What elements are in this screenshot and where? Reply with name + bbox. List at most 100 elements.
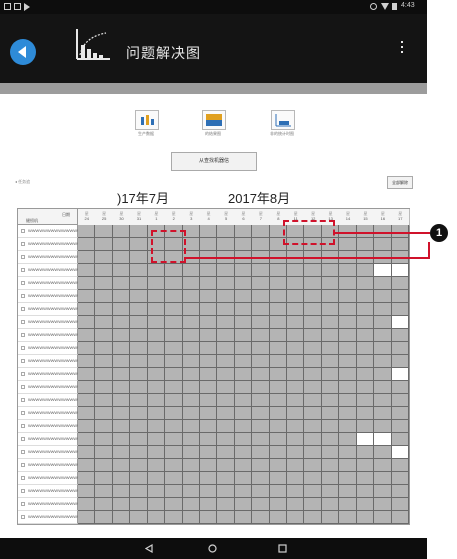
schedule-cell[interactable] bbox=[234, 368, 253, 381]
schedule-cell[interactable] bbox=[287, 368, 305, 381]
schedule-cell[interactable] bbox=[78, 342, 96, 355]
schedule-cell[interactable] bbox=[147, 290, 166, 303]
schedule-cell[interactable] bbox=[199, 485, 218, 498]
schedule-cell[interactable] bbox=[165, 472, 183, 485]
schedule-cell[interactable] bbox=[95, 368, 113, 381]
schedule-cell[interactable] bbox=[269, 446, 288, 459]
schedule-cell[interactable] bbox=[356, 459, 375, 472]
schedule-cell[interactable] bbox=[165, 368, 183, 381]
schedule-cell[interactable] bbox=[182, 433, 200, 446]
schedule-cell[interactable] bbox=[252, 381, 270, 394]
schedule-cell[interactable] bbox=[130, 472, 148, 485]
schedule-cell[interactable] bbox=[112, 238, 131, 251]
schedule-cell[interactable] bbox=[217, 303, 235, 316]
schedule-cell[interactable] bbox=[130, 277, 148, 290]
schedule-cell[interactable] bbox=[78, 407, 96, 420]
schedule-cell[interactable] bbox=[234, 303, 253, 316]
schedule-cell[interactable] bbox=[321, 329, 340, 342]
schedule-cell[interactable] bbox=[147, 329, 166, 342]
schedule-cell[interactable] bbox=[147, 511, 166, 524]
schedule-cell[interactable] bbox=[304, 446, 322, 459]
schedule-cell[interactable] bbox=[217, 329, 235, 342]
schedule-cell[interactable] bbox=[374, 485, 392, 498]
schedule-cell[interactable] bbox=[269, 485, 288, 498]
schedule-cell[interactable] bbox=[199, 316, 218, 329]
schedule-cell[interactable] bbox=[182, 511, 200, 524]
schedule-cell[interactable] bbox=[374, 446, 392, 459]
schedule-cell[interactable] bbox=[95, 485, 113, 498]
schedule-cell[interactable] bbox=[130, 329, 148, 342]
schedule-cell[interactable] bbox=[112, 303, 131, 316]
schedule-cell[interactable] bbox=[374, 407, 392, 420]
schedule-cell[interactable] bbox=[130, 316, 148, 329]
schedule-cell[interactable] bbox=[339, 342, 357, 355]
schedule-cell[interactable] bbox=[112, 277, 131, 290]
task-trace-label[interactable]: ◂ 任务追 bbox=[15, 179, 30, 185]
schedule-cell[interactable] bbox=[269, 355, 288, 368]
schedule-cell[interactable] bbox=[339, 368, 357, 381]
schedule-cell[interactable] bbox=[95, 316, 113, 329]
schedule-cell[interactable] bbox=[252, 277, 270, 290]
schedule-cell[interactable] bbox=[234, 498, 253, 511]
schedule-cell[interactable] bbox=[234, 420, 253, 433]
row-checkbox[interactable] bbox=[21, 398, 25, 402]
schedule-cell[interactable] bbox=[356, 290, 375, 303]
schedule-cell[interactable] bbox=[356, 498, 375, 511]
schedule-cell[interactable] bbox=[374, 394, 392, 407]
schedule-cell[interactable] bbox=[391, 381, 409, 394]
schedule-cell[interactable] bbox=[217, 394, 235, 407]
schedule-cell[interactable] bbox=[130, 420, 148, 433]
schedule-cell[interactable] bbox=[269, 342, 288, 355]
schedule-cell[interactable] bbox=[321, 394, 340, 407]
schedule-cell[interactable] bbox=[130, 394, 148, 407]
schedule-cell[interactable] bbox=[391, 290, 409, 303]
schedule-cell[interactable] bbox=[165, 303, 183, 316]
schedule-cell[interactable] bbox=[391, 433, 409, 446]
schedule-cell[interactable] bbox=[234, 446, 253, 459]
schedule-cell[interactable] bbox=[182, 407, 200, 420]
schedule-cell[interactable] bbox=[112, 316, 131, 329]
schedule-cell[interactable] bbox=[217, 316, 235, 329]
schedule-cell[interactable] bbox=[252, 342, 270, 355]
schedule-cell[interactable] bbox=[78, 433, 96, 446]
schedule-cell[interactable] bbox=[391, 459, 409, 472]
schedule-cell[interactable] bbox=[165, 394, 183, 407]
schedule-cell[interactable] bbox=[217, 355, 235, 368]
schedule-cell[interactable] bbox=[339, 316, 357, 329]
schedule-cell[interactable] bbox=[304, 498, 322, 511]
schedule-cell[interactable] bbox=[78, 225, 96, 238]
row-checkbox[interactable] bbox=[21, 411, 25, 415]
schedule-cell[interactable] bbox=[234, 316, 253, 329]
schedule-cell[interactable] bbox=[130, 407, 148, 420]
schedule-cell[interactable] bbox=[130, 485, 148, 498]
schedule-cell[interactable] bbox=[182, 485, 200, 498]
schedule-cell[interactable] bbox=[374, 459, 392, 472]
schedule-cell[interactable] bbox=[165, 420, 183, 433]
schedule-cell[interactable] bbox=[304, 407, 322, 420]
schedule-cell[interactable] bbox=[339, 485, 357, 498]
schedule-cell[interactable] bbox=[199, 355, 218, 368]
schedule-cell[interactable] bbox=[217, 290, 235, 303]
schedule-cell[interactable] bbox=[356, 394, 375, 407]
schedule-cell[interactable] bbox=[356, 264, 375, 277]
schedule-cell[interactable] bbox=[112, 433, 131, 446]
schedule-cell[interactable] bbox=[339, 277, 357, 290]
schedule-cell[interactable] bbox=[374, 381, 392, 394]
schedule-cell[interactable] bbox=[234, 264, 253, 277]
schedule-cell[interactable] bbox=[95, 407, 113, 420]
row-checkbox[interactable] bbox=[21, 242, 25, 246]
production-graph-button[interactable] bbox=[135, 110, 159, 130]
schedule-cell[interactable] bbox=[287, 303, 305, 316]
schedule-cell[interactable] bbox=[287, 290, 305, 303]
schedule-cell[interactable] bbox=[199, 303, 218, 316]
schedule-cell[interactable] bbox=[165, 446, 183, 459]
schedule-cell[interactable] bbox=[304, 433, 322, 446]
schedule-cell[interactable] bbox=[321, 472, 340, 485]
schedule-cell[interactable] bbox=[78, 316, 96, 329]
schedule-cell[interactable] bbox=[356, 329, 375, 342]
row-checkbox[interactable] bbox=[21, 320, 25, 324]
schedule-cell[interactable] bbox=[78, 498, 96, 511]
schedule-cell[interactable] bbox=[391, 485, 409, 498]
schedule-cell[interactable] bbox=[287, 407, 305, 420]
schedule-cell[interactable] bbox=[199, 290, 218, 303]
